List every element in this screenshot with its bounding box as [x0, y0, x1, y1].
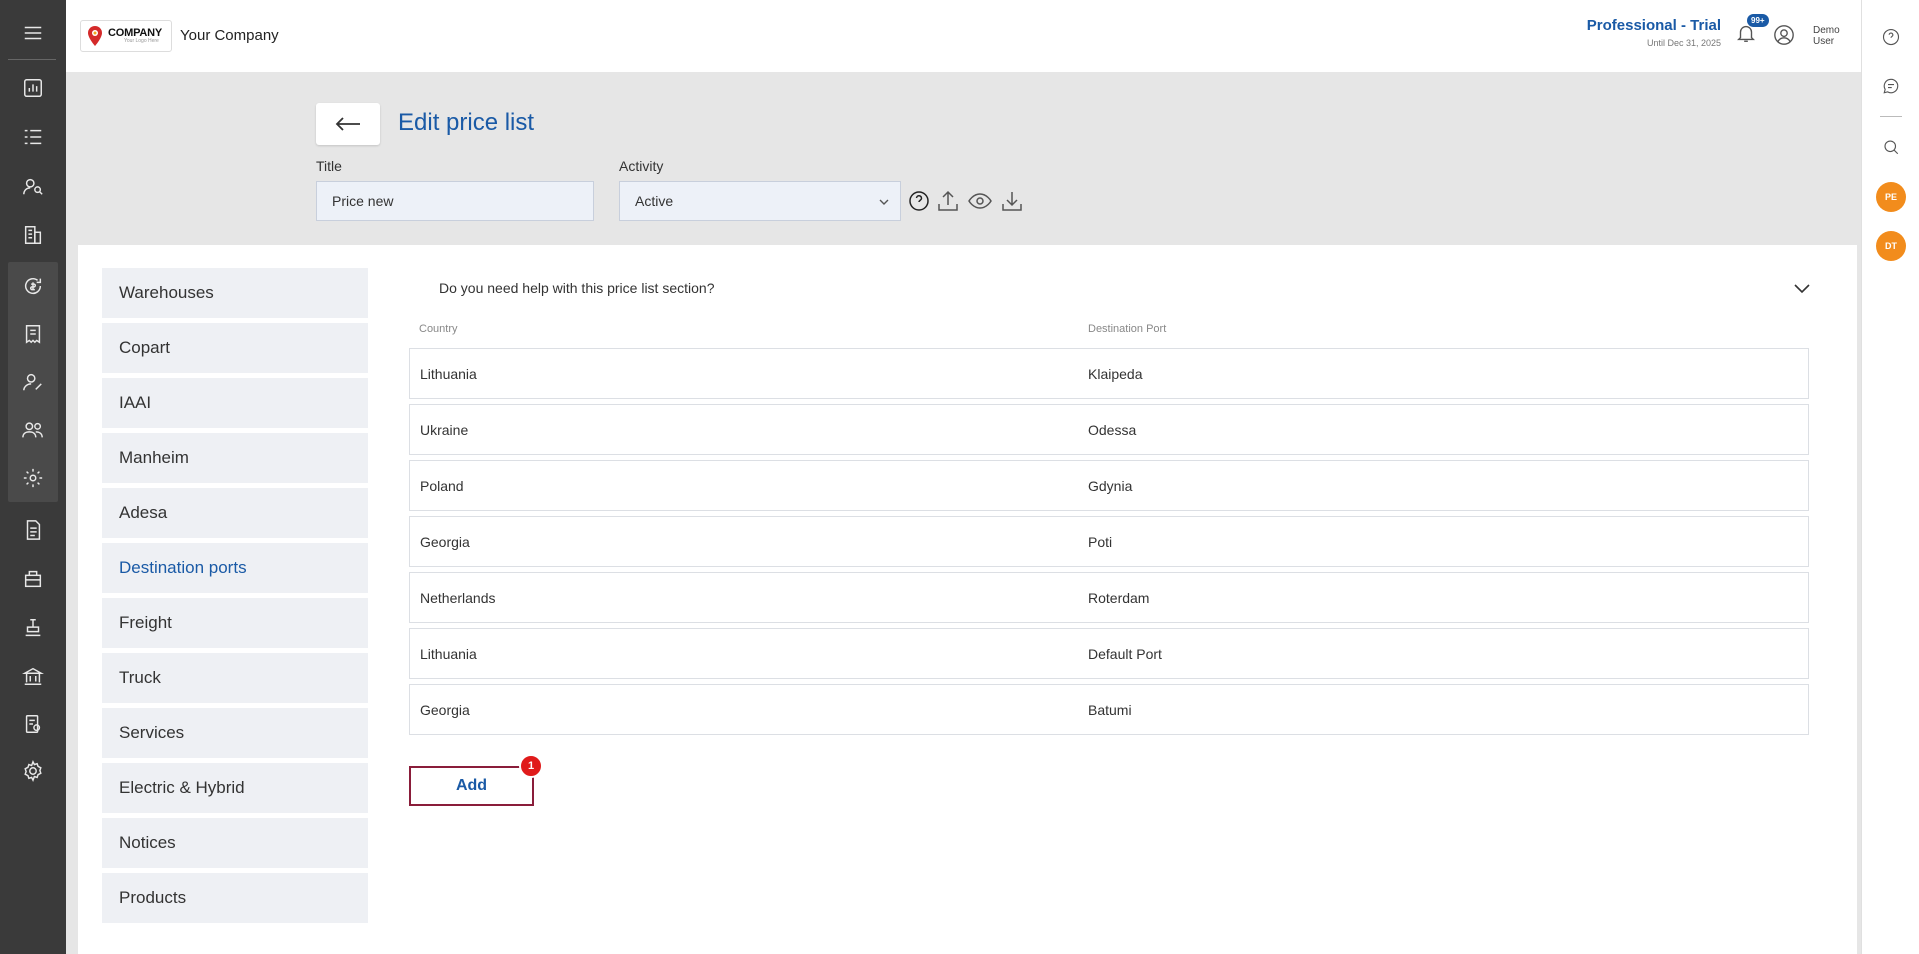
table-row[interactable]: Netherlands Roterdam [409, 572, 1809, 623]
help-icon[interactable] [1876, 22, 1906, 52]
title-label: Title [316, 158, 342, 174]
table-row[interactable]: Georgia Poti [409, 516, 1809, 567]
row-country: Lithuania [420, 646, 477, 662]
receipt-icon[interactable] [8, 312, 58, 356]
preview-button[interactable] [967, 188, 993, 214]
column-header-country: Country [419, 323, 458, 335]
document-icon[interactable] [8, 508, 58, 552]
chevron-down-icon [1794, 284, 1810, 294]
arrow-left-icon [335, 117, 360, 131]
user-name[interactable]: Demo User [1813, 25, 1847, 47]
checklist-icon[interactable] [8, 115, 58, 159]
row-country: Ukraine [420, 422, 469, 438]
settings-icon[interactable] [8, 749, 58, 793]
title-input[interactable] [316, 181, 594, 221]
help-accordion[interactable]: Do you need help with this price list se… [425, 271, 1825, 305]
row-port: Gdynia [1088, 478, 1133, 494]
add-button[interactable]: Add [409, 766, 534, 806]
right-rail-divider [1880, 116, 1902, 117]
plan-until: Until Dec 31, 2025 [1646, 38, 1721, 48]
building-icon[interactable] [8, 213, 58, 257]
sidebar-item-adesa[interactable]: Adesa [102, 488, 368, 538]
notifications-badge: 99+ [1747, 14, 1769, 27]
avatar-dt[interactable]: DT [1876, 231, 1906, 261]
row-port: Roterdam [1088, 590, 1150, 606]
sidebar-item-notices[interactable]: Notices [102, 818, 368, 868]
sidebar-item-iaai[interactable]: IAAI [102, 378, 368, 428]
user-icon [1774, 25, 1794, 45]
row-country: Georgia [420, 702, 470, 718]
users-icon[interactable] [8, 408, 58, 452]
question-icon [909, 191, 929, 211]
table-row[interactable]: Ukraine Odessa [409, 404, 1809, 455]
plan-info[interactable]: Professional - Trial Until Dec 31, 2025 [1587, 17, 1721, 48]
download-button[interactable] [999, 188, 1025, 214]
table-row[interactable]: Lithuania Klaipeda [409, 348, 1809, 399]
search-icon[interactable] [1876, 132, 1906, 162]
notifications-button[interactable]: 99+ [1735, 14, 1769, 48]
stamp-icon[interactable] [8, 606, 58, 650]
row-country: Georgia [420, 534, 470, 550]
activity-select[interactable]: Active [619, 181, 901, 221]
help-circle-button[interactable] [906, 188, 932, 214]
bank-icon[interactable] [8, 654, 58, 698]
chat-icon[interactable] [1876, 71, 1906, 101]
document-settings-icon[interactable] [8, 702, 58, 746]
box-icon[interactable] [8, 557, 58, 601]
price-list-card: Warehouses Copart IAAI Manheim Adesa Des… [78, 245, 1857, 954]
sidebar-item-products[interactable]: Products [102, 873, 368, 923]
sidebar-item-warehouses[interactable]: Warehouses [102, 268, 368, 318]
row-port: Odessa [1088, 422, 1137, 438]
avatar-pe[interactable]: PE [1876, 182, 1906, 212]
company-logo[interactable]: COMPANY Your Logo Here [80, 20, 172, 52]
help-text: Do you need help with this price list se… [439, 280, 715, 296]
row-country: Netherlands [420, 590, 496, 606]
sidebar-item-electric-hybrid[interactable]: Electric & Hybrid [102, 763, 368, 813]
row-country: Poland [420, 478, 464, 494]
row-port: Batumi [1088, 702, 1132, 718]
left-rail [0, 0, 66, 954]
gear-users-icon[interactable] [8, 456, 58, 500]
table-row[interactable]: Poland Gdynia [409, 460, 1809, 511]
chevron-down-icon [879, 199, 889, 205]
company-name: Your Company [180, 27, 279, 44]
sidebar-item-copart[interactable]: Copart [102, 323, 368, 373]
page-title: Edit price list [398, 109, 535, 136]
table-row[interactable]: Lithuania Default Port [409, 628, 1809, 679]
logo-pin-icon [85, 25, 105, 47]
menu-icon[interactable] [8, 11, 58, 55]
user-avatar-button[interactable] [1773, 24, 1797, 48]
plan-name: Professional - Trial [1586, 17, 1721, 34]
upload-icon [938, 190, 958, 211]
table-row[interactable]: Georgia Batumi [409, 684, 1809, 735]
add-badge: 1 [519, 754, 543, 778]
dashboard-icon[interactable] [8, 66, 58, 110]
money-cycle-icon[interactable] [8, 264, 58, 308]
row-port: Poti [1088, 534, 1113, 550]
sidebar-item-services[interactable]: Services [102, 708, 368, 758]
sidebar-item-destination-ports[interactable]: Destination ports [102, 543, 368, 593]
logo-tagline: Your Logo Here [124, 38, 159, 44]
back-button[interactable] [316, 103, 380, 145]
user-edit-icon[interactable] [8, 360, 58, 404]
eye-icon [968, 193, 992, 209]
row-port: Default Port [1088, 646, 1162, 662]
right-rail: PE DT [1861, 0, 1919, 954]
top-header: COMPANY Your Logo Here Your Company Prof… [66, 0, 1861, 72]
users-search-icon[interactable] [8, 164, 58, 208]
upload-button[interactable] [935, 188, 961, 214]
activity-value: Active [635, 193, 674, 209]
row-country: Lithuania [420, 366, 477, 382]
sidebar-item-truck[interactable]: Truck [102, 653, 368, 703]
download-icon [1002, 192, 1022, 211]
sidebar-item-manheim[interactable]: Manheim [102, 433, 368, 483]
row-port: Klaipeda [1088, 366, 1143, 382]
column-header-destination-port: Destination Port [1088, 323, 1167, 335]
rail-divider [8, 59, 56, 60]
activity-label: Activity [619, 158, 664, 174]
sidebar-item-freight[interactable]: Freight [102, 598, 368, 648]
